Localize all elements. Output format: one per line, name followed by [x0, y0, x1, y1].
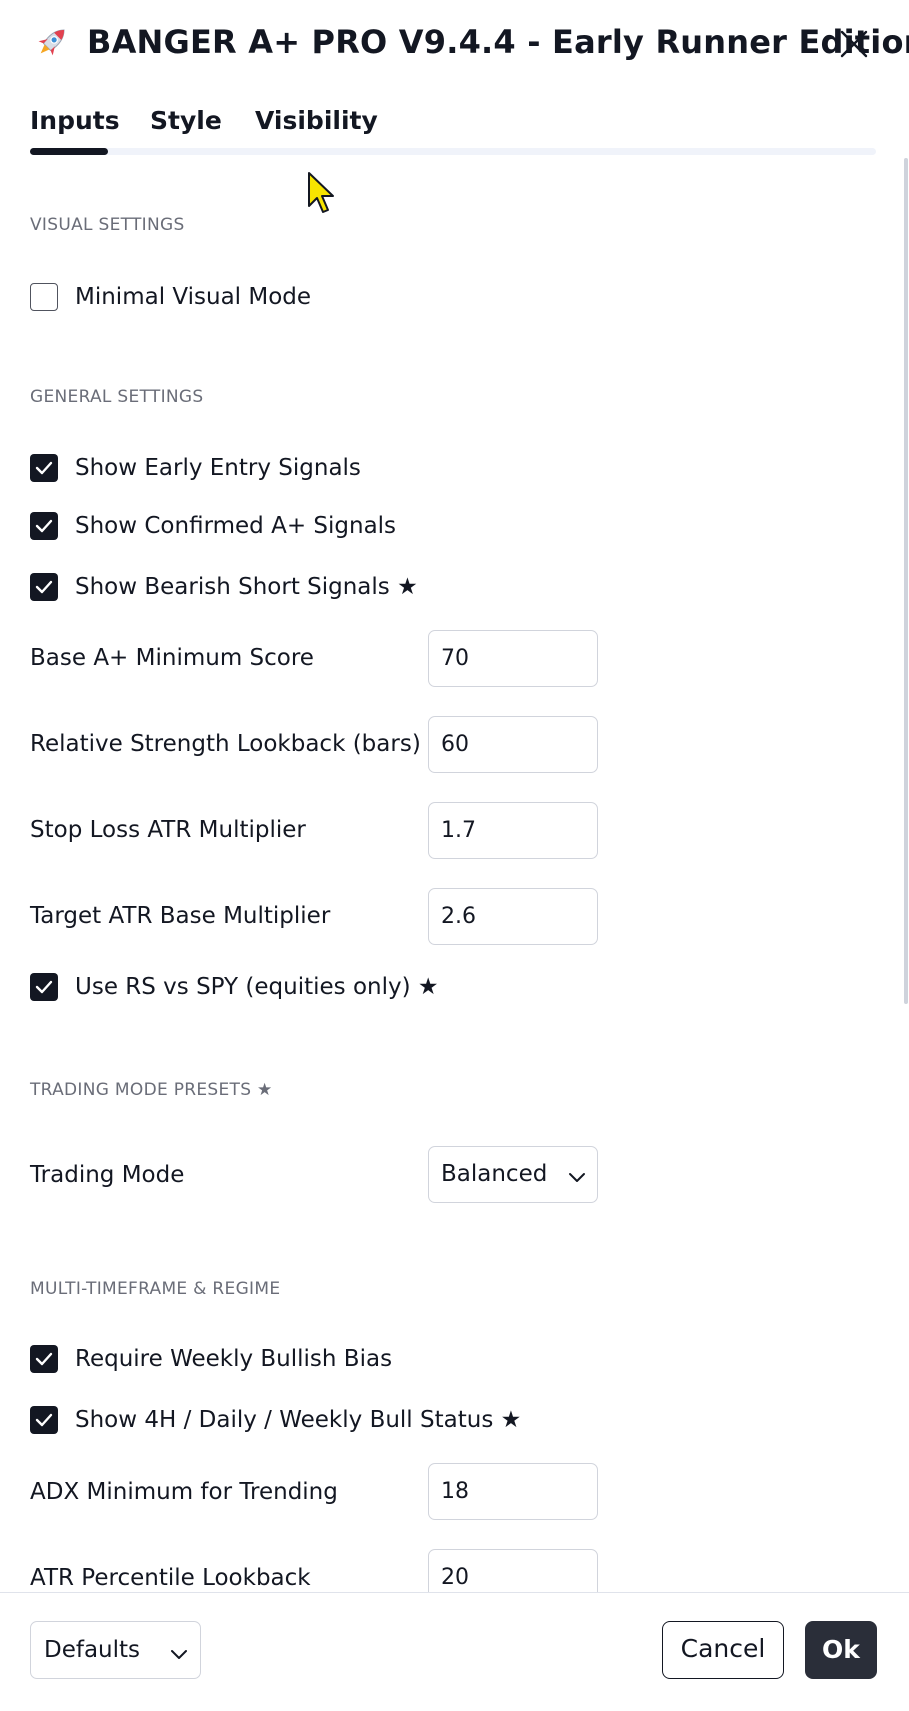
- defaults-label: Defaults: [44, 1637, 141, 1663]
- checkbox-checked[interactable]: [30, 454, 58, 482]
- label-stop-loss-atr: Stop Loss ATR Multiplier: [30, 817, 306, 843]
- checkbox-label: Show Bearish Short Signals ★: [75, 574, 418, 600]
- label-trading-mode: Trading Mode: [30, 1162, 185, 1188]
- atr-percentile-input[interactable]: 20: [428, 1549, 598, 1592]
- checkbox-label: Require Weekly Bullish Bias: [75, 1346, 393, 1372]
- tab-inputs[interactable]: Inputs: [30, 104, 120, 138]
- ok-button[interactable]: Ok: [805, 1621, 877, 1679]
- indicator-settings-dialog: BANGER A+ PRO V9.4.4 - Early Runner Edit…: [0, 0, 909, 1711]
- section-general-settings: GENERAL SETTINGS: [30, 387, 204, 407]
- inputs-scroll-area[interactable]: VISUAL SETTINGS Minimal Visual Mode GENE…: [0, 156, 909, 1592]
- section-multi-timeframe-regime: MULTI-TIMEFRAME & REGIME: [30, 1279, 281, 1299]
- label-min-score: Base A+ Minimum Score: [30, 645, 314, 671]
- checkbox-checked[interactable]: [30, 512, 58, 540]
- section-trading-mode-presets: TRADING MODE PRESETS ★: [30, 1080, 273, 1100]
- dialog-header: BANGER A+ PRO V9.4.4 - Early Runner Edit…: [0, 0, 909, 88]
- label-atr-percentile: ATR Percentile Lookback: [30, 1565, 311, 1591]
- adx-min-input[interactable]: 18: [428, 1463, 598, 1520]
- checkbox-label: Show 4H / Daily / Weekly Bull Status ★: [75, 1407, 522, 1433]
- tab-style[interactable]: Style: [150, 104, 222, 138]
- rs-lookback-input[interactable]: 60: [428, 716, 598, 773]
- tab-track: [30, 148, 876, 155]
- checkbox-unchecked[interactable]: [30, 283, 58, 311]
- min-score-input[interactable]: 70: [428, 630, 598, 687]
- stop-loss-atr-input[interactable]: 1.7: [428, 802, 598, 859]
- checkbox-checked[interactable]: [30, 973, 58, 1001]
- checkbox-label: Use RS vs SPY (equities only) ★: [75, 974, 439, 1000]
- close-icon[interactable]: [836, 26, 872, 62]
- dialog-footer: Defaults Cancel Ok: [0, 1592, 909, 1711]
- checkbox-label: Show Confirmed A+ Signals: [75, 513, 397, 539]
- target-atr-input[interactable]: 2.6: [428, 888, 598, 945]
- checkbox-label: Minimal Visual Mode: [75, 284, 312, 310]
- checkbox-checked[interactable]: [30, 1406, 58, 1434]
- checkbox-checked[interactable]: [30, 1345, 58, 1373]
- scrollbar[interactable]: [904, 158, 908, 1004]
- tab-active-indicator: [30, 148, 108, 155]
- label-target-atr: Target ATR Base Multiplier: [30, 903, 331, 929]
- dialog-title: BANGER A+ PRO V9.4.4 - Early Runner Edit…: [87, 23, 909, 61]
- label-rs-lookback: Relative Strength Lookback (bars): [30, 731, 421, 757]
- label-adx-min: ADX Minimum for Trending: [30, 1479, 338, 1505]
- chevron-down-icon: [170, 1645, 188, 1664]
- trading-mode-select[interactable]: Balanced: [428, 1146, 598, 1203]
- chevron-down-icon: [568, 1168, 586, 1187]
- defaults-dropdown[interactable]: Defaults: [30, 1621, 201, 1679]
- tab-bar: Inputs Style Visibility: [30, 100, 876, 156]
- tab-visibility[interactable]: Visibility: [255, 104, 378, 138]
- checkbox-label: Show Early Entry Signals: [75, 455, 361, 481]
- cancel-button[interactable]: Cancel: [662, 1621, 784, 1679]
- trading-mode-value: Balanced: [441, 1161, 548, 1187]
- checkbox-checked[interactable]: [30, 573, 58, 601]
- rocket-icon: [32, 22, 72, 62]
- section-visual-settings: VISUAL SETTINGS: [30, 215, 185, 235]
